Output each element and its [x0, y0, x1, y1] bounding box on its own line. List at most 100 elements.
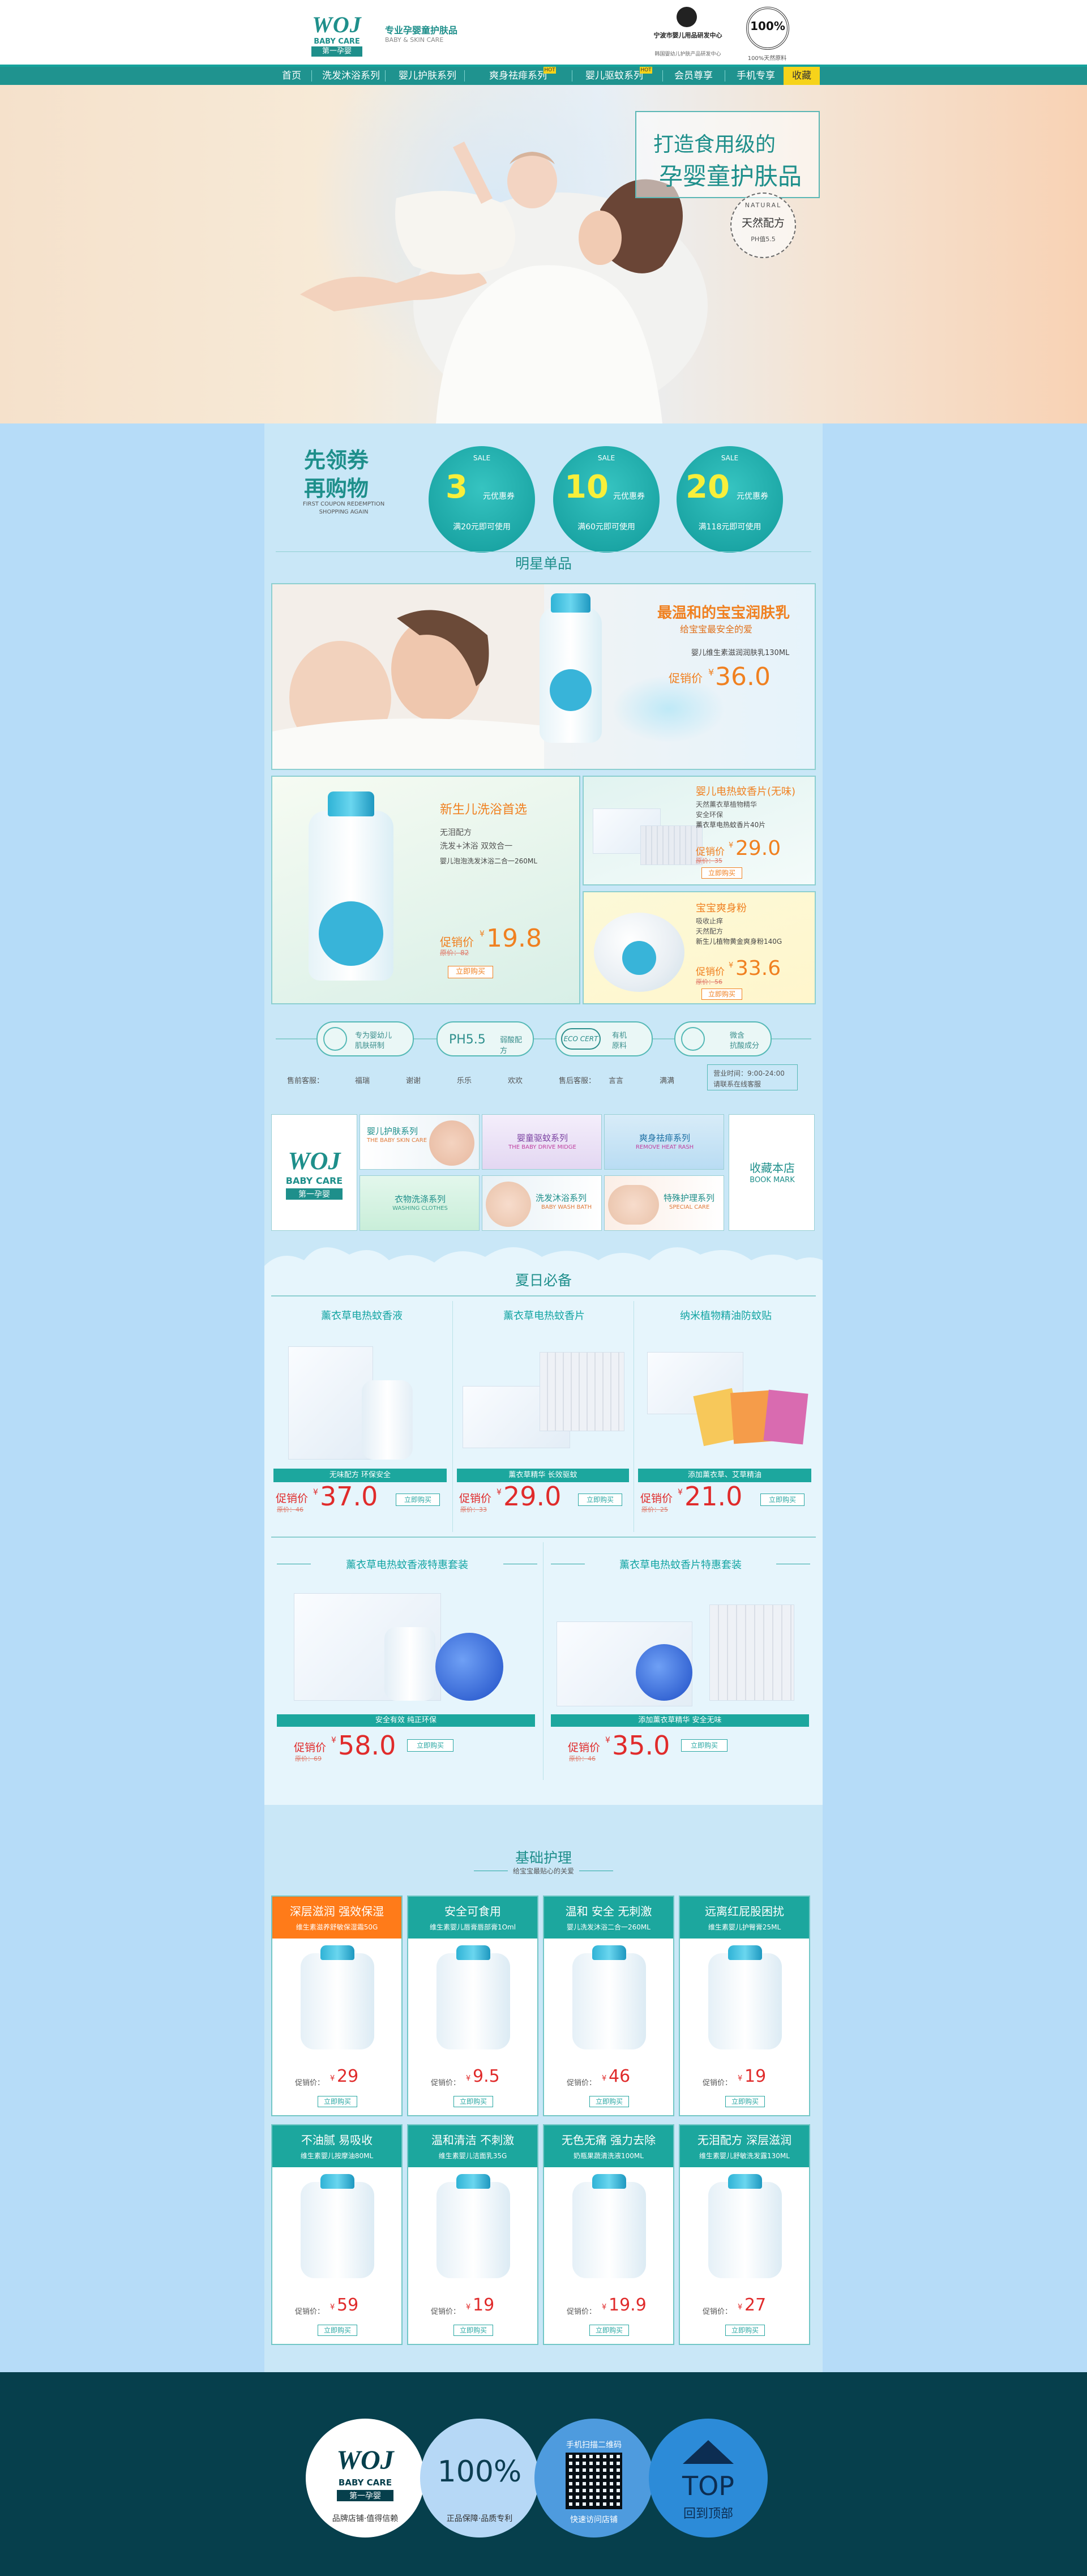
brand-logo-cn: 第一孕婴 [311, 46, 362, 57]
coupon-value: 3 [446, 469, 468, 506]
badge-sub: 100%天然原料 [747, 55, 787, 62]
basic-price: 29 [337, 2066, 359, 2086]
star-right1-card[interactable]: 婴儿电热蚊香片(无味) 天然薰衣草植物精华 安全环保 薰衣草电热蚊香片40片 促… [583, 776, 816, 885]
basic-product-card[interactable]: 不油腻 易吸收 维生素婴儿按摩油80ML 促销价： ¥59 立即购买 [271, 2124, 403, 2345]
basic-product-name: 维生素婴儿洁面乳35G [438, 2152, 507, 2160]
basic-buy-button[interactable]: 立即购买 [453, 2325, 493, 2336]
seal-bottom: PH值5.5 [751, 236, 776, 243]
nav-member[interactable]: 会员尊享 [665, 67, 722, 85]
brand-logo[interactable]: WOJ BABY CARE 第一孕婴 [306, 8, 368, 57]
cs-agent[interactable]: 福瑞 [355, 1075, 370, 1085]
summer-set-name: 薰衣草电热蚊香液特惠套装 [346, 1559, 468, 1571]
basic-product-header: 深层滋润 强效保湿 维生素滋养舒敏保湿霜50G [272, 1897, 401, 1939]
basic-section-title: 基础护理 [515, 1850, 572, 1866]
basic-price-label: 促销价： [703, 2079, 733, 2087]
basic-buy-button[interactable]: 立即购买 [725, 2096, 765, 2107]
bookmark-button[interactable]: 收藏本店 BOOK MARK [729, 1114, 815, 1231]
star-right2-buy-button[interactable]: 立即购买 [701, 989, 742, 1000]
hero-banner: 打造食用级的 孕婴童护肤品 NATURAL 天然配方 PH值5.5 [0, 85, 1087, 423]
category-name: 衣物洗涤系列 [394, 1194, 446, 1204]
currency-sign: ¥ [678, 1488, 683, 1497]
star-section-title: 明星单品 [515, 556, 572, 572]
footer-brand-text: 品牌店铺·值得信赖 [332, 2514, 399, 2523]
summer-buy-button[interactable]: 立即购买 [760, 1494, 804, 1506]
summer-set[interactable]: 薰衣草电热蚊香液特惠套装 安全有效 纯正环保 促销价 ¥ 58.0 原价：69 … [271, 1542, 543, 1786]
cs-agent[interactable]: 言言 [609, 1075, 623, 1085]
star-main-card[interactable]: 最温和的宝宝润肤乳 给宝宝最安全的爱 婴儿维生素滋润润肤乳130ML 促销价 ¥… [271, 583, 816, 770]
summer-buy-button[interactable]: 立即购买 [578, 1494, 622, 1506]
category-logo-en: BABY CARE [285, 1175, 343, 1186]
currency-sign: ¥ [497, 1488, 502, 1497]
footer-brand-circle[interactable]: WOJ BABY CARE 第一孕婴 品牌店铺·值得信赖 [306, 2419, 425, 2538]
seal-top: NATURAL [744, 202, 782, 209]
basic-buy-button[interactable]: 立即购买 [318, 2096, 357, 2107]
back-to-top-button[interactable]: TOP 回到顶部 [649, 2419, 768, 2538]
category-grid: WOJ BABY CARE 第一孕婴 婴儿护肤系列 THE BABY SKIN … [271, 1114, 816, 1231]
basic-product-card[interactable]: 温和清洁 不刺激 维生素婴儿洁面乳35G 促销价： ¥19 立即购买 [407, 2124, 538, 2345]
cs-agent[interactable]: 乐乐 [457, 1075, 472, 1085]
basic-price: 27 [744, 2295, 767, 2315]
summer-product[interactable]: 纳米植物精油防蚊贴 添加薰衣草、艾草精油 促销价 ¥ 21.0 原价：25 立即… [636, 1301, 816, 1532]
natural-seal: NATURAL 天然配方 PH值5.5 [730, 192, 796, 258]
basic-product-card[interactable]: 温和 安全 无刺激 婴儿洗发沐浴二合一260ML 促销价： ¥46 立即购买 [543, 1895, 674, 2116]
mosquito-tablets [640, 825, 703, 865]
summer-buy-button[interactable]: 立即购买 [681, 1739, 727, 1752]
category-logo[interactable]: WOJ BABY CARE 第一孕婴 [271, 1114, 357, 1231]
summer-buy-button[interactable]: 立即购买 [396, 1494, 440, 1506]
category-skin-care[interactable]: 婴儿护肤系列 THE BABY SKIN CARE [360, 1114, 480, 1170]
nav-wash-bath[interactable]: 洗发沐浴系列 [317, 67, 385, 85]
cs-agent[interactable]: 谢谢 [406, 1075, 421, 1085]
basic-buy-button[interactable]: 立即购买 [318, 2325, 357, 2336]
cs-agent[interactable]: 欢欢 [508, 1075, 523, 1085]
coupon-10[interactable]: SALE 10 元优惠券 满60元即可使用 [553, 446, 660, 553]
basic-buy-button[interactable]: 立即购买 [453, 2096, 493, 2107]
nav-skin-care[interactable]: 婴儿护肤系列 [391, 67, 464, 85]
summer-old-price: 原价：46 [277, 1506, 303, 1513]
coupon-3[interactable]: SALE 3 元优惠券 满20元即可使用 [429, 446, 535, 553]
star-left-buy-button[interactable]: 立即购买 [448, 966, 493, 978]
main-content: 先领券 再购物 FIRST COUPON REDEMPTION SHOPPING… [264, 423, 823, 2372]
basic-buy-button[interactable]: 立即购买 [589, 2096, 629, 2107]
star-right1-name: 薰衣草电热蚊香片40片 [696, 821, 766, 829]
coupon-20[interactable]: SALE 20 元优惠券 满118元即可使用 [677, 446, 783, 553]
heater-device-image [435, 1633, 503, 1701]
star-left-price: 19.8 [486, 924, 542, 953]
category-heat-rash[interactable]: 爽身祛痱系列 REMOVE HEAT RASH [604, 1114, 724, 1170]
category-special[interactable]: 特殊护理系列 SPECIAL CARE [604, 1175, 724, 1231]
seal-cn: 天然配方 [741, 217, 785, 229]
category-mosquito[interactable]: 婴童驱蚊系列 THE BABY DRIVE MIDGE [482, 1114, 602, 1170]
basic-product-card[interactable]: 远离红屁股困扰 维生素婴儿护臀膏25ML 促销价： ¥19 立即购买 [679, 1895, 810, 2116]
summer-product[interactable]: 薰衣草电热蚊香片 薰衣草精华 长效驱蚊 促销价 ¥ 29.0 原价：33 立即购… [455, 1301, 634, 1532]
star-right1-buy-button[interactable]: 立即购买 [701, 867, 742, 879]
basic-buy-button[interactable]: 立即购买 [589, 2325, 629, 2336]
footer-qr-circle[interactable]: 手机扫描二维码 快速访问店铺 [534, 2419, 653, 2538]
summer-price-label: 促销价 [294, 1741, 327, 1754]
nav-mobile[interactable]: 手机专享 [727, 67, 784, 85]
basic-product-card[interactable]: 无泪配方 深层滋润 维生素婴儿舒敏洗发露130ML 促销价： ¥27 立即购买 [679, 2124, 810, 2345]
basic-product-cap [728, 1945, 762, 1960]
star-right2-old: 原价：56 [696, 978, 722, 986]
cs-agent[interactable]: 满满 [660, 1075, 674, 1085]
nav-favorite[interactable]: 收藏 [784, 67, 820, 85]
basic-product-card[interactable]: 安全可食用 维生素婴儿唇膏唇部膏1Oml 促销价： ¥9.5 立即购买 [407, 1895, 538, 2116]
baby-photo [608, 1185, 659, 1225]
star-left-old: 原价：82 [440, 949, 469, 957]
basic-product-card[interactable]: 无色无痛 强力去除 奶瓶果蔬清洗液100ML 促销价： ¥19.9 立即购买 [543, 2124, 674, 2345]
star-left-f2: 洗发+沐浴 双效合一 [440, 842, 513, 851]
nav-divider [311, 70, 312, 82]
summer-buy-button[interactable]: 立即购买 [407, 1739, 453, 1752]
category-wash-bath[interactable]: 洗发沐浴系列 BABY WASH BATH [482, 1175, 602, 1231]
category-clothes[interactable]: 衣物洗涤系列 WASHING CLOTHES [360, 1175, 480, 1231]
star-left-card[interactable]: 新生儿洗浴首选 无泪配方 洗发+沐浴 双效合一 婴儿泡泡洗发沐浴二合一260ML… [271, 776, 580, 1004]
summer-product-name: 薰衣草电热蚊香液 [321, 1310, 403, 1322]
basic-buy-button[interactable]: 立即购买 [725, 2325, 765, 2336]
summer-set[interactable]: 薰衣草电热蚊香片特惠套装 添加薰衣草精华 安全无味 促销价 ¥ 35.0 原价：… [545, 1542, 816, 1786]
nav-home[interactable]: 首页 [272, 67, 311, 85]
basic-product-card[interactable]: 深层滋润 强效保湿 维生素滋养舒敏保湿霜50G 促销价： ¥29 立即购买 [271, 1895, 403, 2116]
star-right2-card[interactable]: 宝宝爽身粉 吸收止痒 天然配方 新生儿植物黄金爽身粉140G 促销价 ¥ 33.… [583, 891, 816, 1004]
summer-product[interactable]: 薰衣草电热蚊香液 无味配方 环保安全 促销价 ¥ 37.0 原价：46 立即购买 [271, 1301, 452, 1532]
basic-product-header: 远离红屁股困扰 维生素婴儿护臀膏25ML [680, 1897, 809, 1939]
coupon-unit: 元优惠券 [483, 492, 515, 501]
summer-old-price: 原价：69 [295, 1755, 322, 1762]
footer-logo-mark: WOJ [336, 2445, 394, 2475]
